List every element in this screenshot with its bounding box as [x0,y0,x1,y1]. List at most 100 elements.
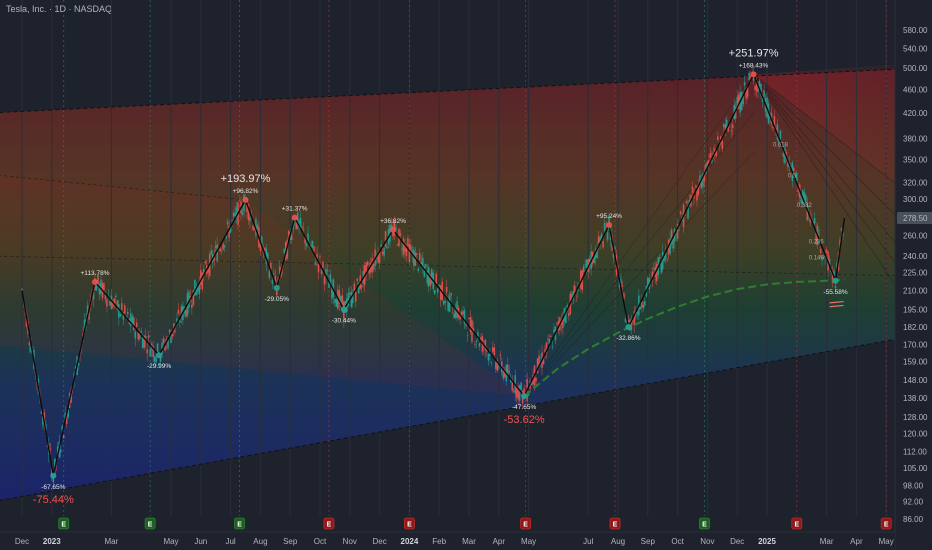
candle-body [222,243,224,250]
time-tick: Oct [671,537,684,546]
candle-body [444,301,446,304]
earnings-markers: EEEEEEEEEE [58,517,892,530]
price-tick: 210.00 [903,286,928,295]
pivot-low-marker [340,306,347,313]
candle-body [474,343,476,345]
fib-label: 0.382 [797,203,813,209]
current-price-label: 278.50 [903,214,928,223]
candle-body [287,230,290,236]
candle-body [132,317,135,330]
candle-body [366,261,369,266]
candle-body [427,267,430,287]
candle-body [100,279,102,294]
earnings-marker-label: E [148,522,153,529]
candle-body [52,478,55,483]
candle-body [372,263,375,270]
candle-body [465,324,467,326]
candle-body [214,245,217,248]
candle-body [185,309,187,317]
candle-body [356,278,359,281]
candle-body [149,349,151,357]
candle-body [302,229,305,231]
candle-body [171,333,174,337]
candle-body [813,218,816,224]
candle-body [135,322,138,328]
pivot-label: -55.58% [823,289,847,296]
candle-body [384,231,387,247]
candle-body [256,224,259,230]
candle-body [478,343,481,347]
candle-body [106,299,108,307]
candle-body [408,243,411,263]
candle-body [518,385,521,401]
candle-body [219,248,221,252]
candle-body [624,318,627,323]
price-axis: 580.00 540.00 500.00 460.00 420.00 380.00 350.… [894,0,932,550]
price-tick: 105.00 [903,464,928,473]
candle-body [551,346,554,348]
price-chart[interactable]: -67.65% -75.44% +113.78% -29.99% +96.82% +193… [0,0,932,550]
candle-body [283,248,286,254]
candle-body [293,223,296,225]
candle-body [758,80,761,88]
fib-label: 0.5 [788,174,797,180]
pivot-label: +96.82% [233,188,259,195]
candle-body [602,241,604,248]
candle-body [386,246,388,249]
candle-body [614,247,616,250]
candle-body [98,283,101,295]
candle-body [273,273,275,275]
candle-body [207,269,210,273]
candle-body [575,300,578,302]
candle-body [146,349,148,354]
candle-body [819,248,822,253]
price-tick: 98.00 [903,482,924,491]
candle-body [271,280,274,284]
candle-body [709,153,712,158]
earnings-marker-label: E [523,522,528,529]
candle-body [118,304,120,318]
candle-body [672,238,674,249]
time-tick: 2025 [758,537,776,546]
candle-body [675,233,677,235]
candle-body [685,201,688,203]
candle-body [126,312,129,314]
candle-body [499,354,502,356]
candle-body [694,186,697,187]
pivot-label: -29.99% [147,363,171,370]
candle-body [547,338,549,340]
candle-body [422,257,424,267]
candle-body [231,220,233,222]
candle-body [354,291,357,302]
candle-body [119,314,122,317]
candle-body [582,265,585,272]
candle-body [666,259,668,261]
candle-body [779,130,782,139]
candle-body [678,230,680,231]
time-tick: May [879,537,894,546]
candle-body [137,332,140,340]
candle-body [492,347,494,352]
pivot-label: +95.24% [596,213,622,220]
price-tick: 128.00 [903,413,928,422]
candle-body [490,362,493,364]
candle-body [520,382,522,390]
candle-body [419,252,421,261]
time-tick: Jun [194,537,207,546]
pivot-label: +36.82% [380,218,406,225]
candle-body [730,130,733,132]
candle-body [448,295,451,312]
pivot-low-marker [50,472,57,479]
candle-body [436,288,439,293]
candle-body [396,244,399,246]
candle-body [748,72,750,81]
candle-body [639,307,642,310]
price-tick: 260.00 [903,232,928,241]
price-tick: 240.00 [903,252,928,261]
candle-body [644,301,646,306]
time-tick: Aug [611,537,625,546]
candle-body [763,90,765,97]
pivot-label: -32.86% [616,335,640,342]
candle-body [204,261,207,264]
candle-body [301,226,303,228]
